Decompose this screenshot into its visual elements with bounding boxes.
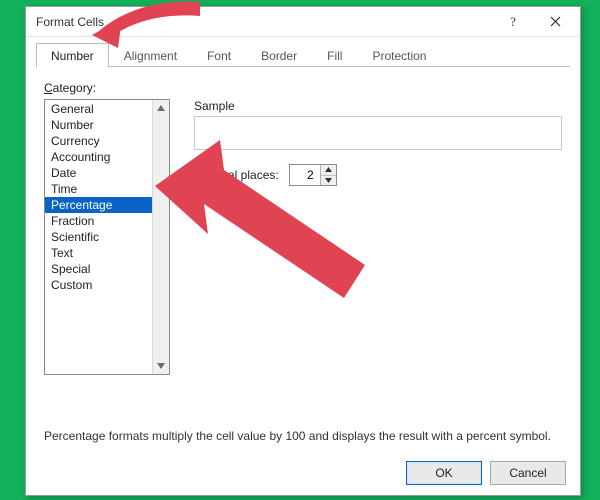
list-item[interactable]: General <box>45 101 152 117</box>
category-list-items: General Number Currency Accounting Date … <box>45 100 152 374</box>
svg-text:?: ? <box>510 15 516 29</box>
close-button[interactable] <box>534 8 576 36</box>
decimal-label-accel: D <box>194 168 203 182</box>
category-label-rest: ategory: <box>53 81 96 95</box>
category-listbox[interactable]: General Number Currency Accounting Date … <box>44 99 170 375</box>
decimal-places-label: Decimal places: <box>194 168 279 182</box>
close-icon <box>550 16 561 27</box>
decimal-label-rest: ecimal places: <box>203 168 279 182</box>
format-cells-dialog: Format Cells ? Number Alignment Font Bor… <box>25 6 581 496</box>
spinner-buttons <box>320 165 336 185</box>
titlebar: Format Cells ? <box>26 7 580 37</box>
spinner-down[interactable] <box>321 176 336 186</box>
tab-border[interactable]: Border <box>246 43 312 67</box>
triangle-up-icon <box>325 167 332 172</box>
help-button[interactable]: ? <box>492 8 534 36</box>
tab-bar: Number Alignment Font Border Fill Protec… <box>26 37 580 67</box>
list-item[interactable]: Number <box>45 117 152 133</box>
category-label: Category: <box>44 81 562 95</box>
list-item[interactable]: Accounting <box>45 149 152 165</box>
tab-font[interactable]: Font <box>192 43 246 67</box>
list-item[interactable]: Text <box>45 245 152 261</box>
chevron-up-icon <box>156 103 166 113</box>
tab-protection[interactable]: Protection <box>357 43 441 67</box>
ok-button[interactable]: OK <box>406 461 482 485</box>
columns: General Number Currency Accounting Date … <box>44 99 562 375</box>
decimal-places-spinner[interactable] <box>289 164 337 186</box>
list-item[interactable]: Fraction <box>45 213 152 229</box>
dialog-title: Format Cells <box>36 15 492 29</box>
panel-body: Category: General Number Currency Accoun… <box>26 67 580 455</box>
right-column: Sample Decimal places: <box>194 99 562 375</box>
tab-number[interactable]: Number <box>36 43 109 68</box>
sample-box <box>194 116 562 150</box>
format-description: Percentage formats multiply the cell val… <box>44 429 562 443</box>
list-item-selected[interactable]: Percentage <box>45 197 152 213</box>
tab-fill[interactable]: Fill <box>312 43 357 67</box>
list-item[interactable]: Scientific <box>45 229 152 245</box>
listbox-scrollbar[interactable] <box>152 100 169 374</box>
list-item[interactable]: Currency <box>45 133 152 149</box>
tab-alignment[interactable]: Alignment <box>109 43 192 67</box>
decimal-places-row: Decimal places: <box>194 164 562 186</box>
cancel-button[interactable]: Cancel <box>490 461 566 485</box>
spinner-up[interactable] <box>321 165 336 176</box>
list-item[interactable]: Date <box>45 165 152 181</box>
sample-label: Sample <box>194 99 562 113</box>
list-item[interactable]: Time <box>45 181 152 197</box>
list-item[interactable]: Custom <box>45 277 152 293</box>
decimal-places-input[interactable] <box>290 165 320 185</box>
triangle-down-icon <box>325 178 332 183</box>
button-row: OK Cancel <box>26 455 580 495</box>
chevron-down-icon <box>156 361 166 371</box>
category-label-accel: C <box>44 81 53 95</box>
list-item[interactable]: Special <box>45 261 152 277</box>
question-icon: ? <box>507 15 519 29</box>
